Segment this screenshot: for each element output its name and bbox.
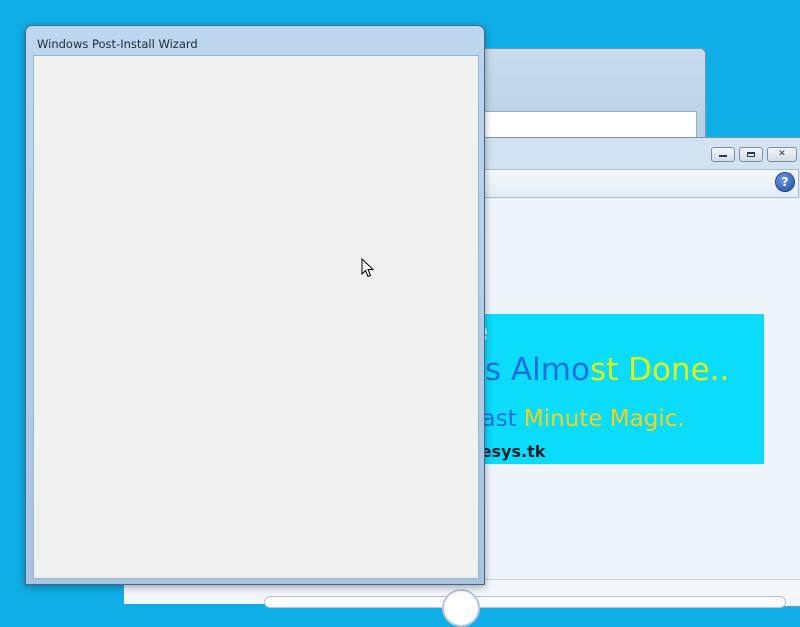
wizard-window[interactable]: Windows Post-Install Wizard bbox=[25, 25, 485, 585]
minimize-button[interactable] bbox=[711, 147, 735, 162]
installer-toolbar: ? bbox=[483, 169, 799, 198]
close-icon: ✕ bbox=[778, 149, 786, 159]
banner-line-3-part-2: Minute Magic. bbox=[523, 406, 685, 432]
banner-line-2-part-3: st Done.. bbox=[589, 352, 730, 388]
wizard-client-area bbox=[33, 55, 479, 579]
minimize-icon bbox=[719, 155, 727, 157]
close-button[interactable]: ✕ bbox=[767, 147, 797, 162]
mouse-cursor-icon bbox=[361, 258, 375, 278]
installer-orb-button[interactable] bbox=[442, 589, 480, 627]
banner-line-2: o Is Almost Done.. bbox=[447, 352, 729, 388]
caption-buttons: ✕ bbox=[711, 147, 797, 162]
wizard-title: Windows Post-Install Wizard bbox=[37, 37, 198, 51]
restore-icon bbox=[747, 152, 755, 157]
help-icon[interactable]: ? bbox=[776, 173, 794, 191]
background-window-field bbox=[481, 111, 697, 139]
installer-progress-track bbox=[264, 596, 786, 608]
restore-button[interactable] bbox=[739, 147, 763, 162]
